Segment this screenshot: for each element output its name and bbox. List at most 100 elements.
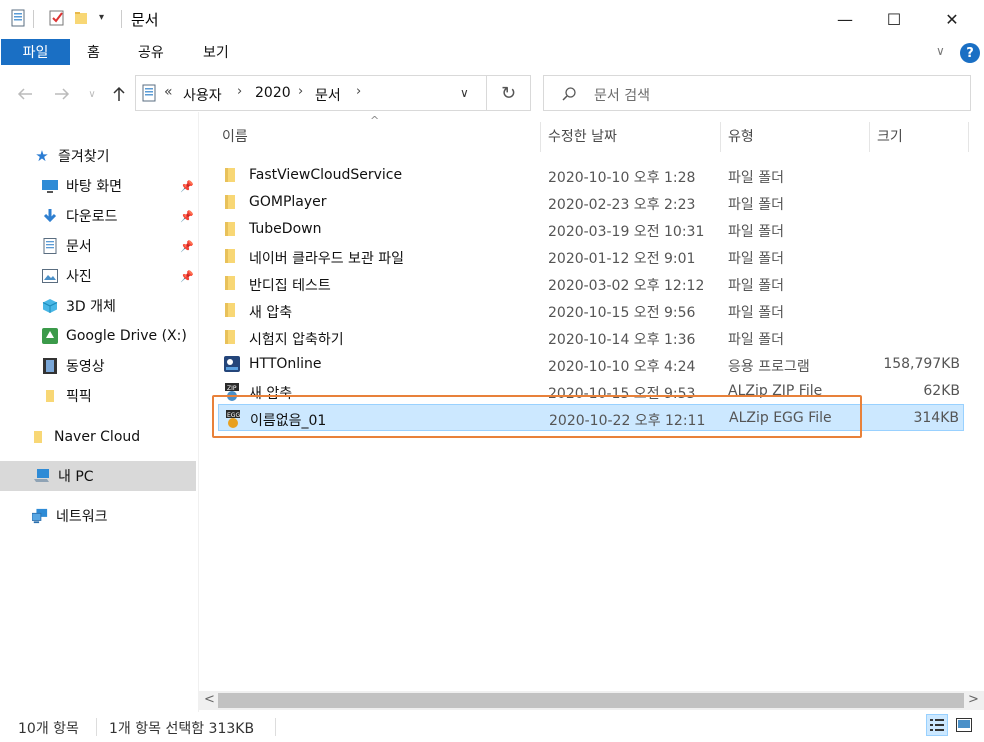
nav-item-3d-objects[interactable]: 3D 개체 — [0, 291, 196, 321]
file-row[interactable]: TubeDown 2020-03-19 오전 10:31 파일 폴더 — [218, 216, 964, 243]
file-name: 새 압축 — [249, 305, 293, 321]
address-dropdown-icon[interactable]: ∨ — [460, 86, 469, 100]
nav-item-documents[interactable]: 문서 📌 — [0, 231, 196, 261]
column-divider[interactable] — [869, 122, 870, 152]
file-name: 네이버 클라우드 보관 파일 — [249, 251, 405, 267]
column-divider[interactable] — [720, 122, 721, 152]
close-button[interactable]: ✕ — [929, 0, 975, 38]
column-header-type[interactable]: 유형 — [728, 120, 754, 152]
nav-label: 픽픽 — [66, 389, 92, 405]
nav-item-desktop[interactable]: 바탕 화면 📌 — [0, 171, 196, 201]
folder-icon — [224, 329, 240, 345]
file-type: 파일 폴더 — [728, 197, 784, 213]
file-date: 2020-10-10 오후 4:24 — [548, 359, 696, 375]
search-placeholder: 문서 검색 — [594, 88, 650, 104]
nav-label: Google Drive (X:) — [66, 328, 187, 344]
minimize-button[interactable]: — — [822, 0, 868, 38]
file-row[interactable]: 시험지 압축하기 2020-10-14 오후 1:36 파일 폴더 — [218, 324, 964, 351]
file-row[interactable]: 반디집 테스트 2020-03-02 오후 12:12 파일 폴더 — [218, 270, 964, 297]
refresh-button[interactable]: ↻ — [487, 75, 531, 111]
folder-icon — [224, 194, 240, 210]
nav-item-pickpick[interactable]: 픽픽 — [0, 381, 196, 411]
nav-item-pictures[interactable]: 사진 📌 — [0, 261, 196, 291]
qat-dropdown-icon[interactable]: ▾ — [99, 12, 104, 23]
file-name: 반디집 테스트 — [249, 278, 331, 294]
column-divider[interactable] — [540, 122, 541, 152]
computer-icon — [34, 468, 50, 484]
nav-item-downloads[interactable]: 다운로드 📌 — [0, 201, 196, 231]
breadcrumb-item-documents[interactable]: 문서 — [315, 85, 341, 105]
tab-share[interactable]: 공유 — [138, 39, 164, 65]
scroll-left-icon[interactable]: < — [204, 692, 215, 707]
breadcrumb-chevron-icon[interactable]: › — [237, 84, 242, 99]
column-header-size[interactable]: 크기 — [877, 120, 903, 152]
tab-home[interactable]: 홈 — [87, 39, 100, 65]
pictures-icon — [42, 268, 58, 284]
breadcrumb-overflow[interactable]: « — [164, 84, 173, 100]
column-divider[interactable] — [968, 122, 969, 152]
nav-label: 바탕 화면 — [66, 179, 122, 195]
details-view-button[interactable] — [926, 714, 948, 736]
back-button[interactable] — [14, 83, 36, 105]
item-count: 10개 항목 — [18, 721, 79, 737]
scroll-right-icon[interactable]: > — [968, 692, 979, 707]
breadcrumb-chevron-icon[interactable]: › — [298, 84, 303, 99]
file-date: 2020-01-12 오전 9:01 — [548, 251, 696, 267]
file-name: 시험지 압축하기 — [249, 332, 344, 348]
status-divider — [96, 718, 97, 736]
nav-label: 사진 — [66, 269, 92, 285]
file-row[interactable]: 새 압축 2020-10-15 오전 9:56 파일 폴더 — [218, 297, 964, 324]
file-name: TubeDown — [249, 221, 322, 237]
pin-icon[interactable]: 📌 — [180, 180, 194, 193]
pin-icon[interactable]: 📌 — [180, 270, 194, 283]
nav-label: 네트워크 — [56, 509, 108, 525]
desktop-icon — [42, 178, 58, 194]
nav-label: 동영상 — [66, 359, 105, 375]
nav-item-network[interactable]: 네트워크 — [0, 501, 196, 531]
nav-item-this-pc[interactable]: 내 PC — [0, 461, 196, 491]
breadcrumb-item-users[interactable]: 사용자 — [183, 85, 222, 105]
tab-file[interactable]: 파일 — [1, 39, 70, 65]
large-icons-view-button[interactable] — [953, 714, 975, 736]
file-type: 응용 프로그램 — [728, 359, 810, 375]
download-icon — [42, 208, 58, 224]
file-date: 2020-02-23 오후 2:23 — [548, 197, 696, 213]
folder-icon — [42, 388, 58, 404]
file-row[interactable]: HTTOnline 2020-10-10 오후 4:24 응용 프로그램 158,79… — [218, 351, 964, 378]
up-button[interactable] — [108, 83, 130, 105]
file-size: 158,797KB — [883, 356, 960, 372]
nav-item-naver-cloud[interactable]: Naver Cloud — [0, 422, 196, 452]
maximize-icon: ☐ — [886, 9, 902, 29]
file-type: 파일 폴더 — [728, 278, 784, 294]
arrow-left-icon — [17, 88, 32, 100]
details-view-icon — [930, 719, 944, 731]
properties-icon[interactable] — [48, 9, 66, 27]
scrollbar-thumb[interactable] — [218, 693, 964, 708]
file-name: HTTOnline — [249, 356, 322, 372]
file-row[interactable]: 네이버 클라우드 보관 파일 2020-01-12 오전 9:01 파일 폴더 — [218, 243, 964, 270]
help-icon[interactable]: ? — [960, 43, 980, 63]
new-folder-icon[interactable] — [74, 11, 88, 25]
tab-view[interactable]: 보기 — [203, 39, 229, 65]
pin-icon[interactable]: 📌 — [180, 210, 194, 223]
file-size: 314KB — [913, 410, 959, 426]
nav-quick-access[interactable]: ★ 즐겨찾기 — [0, 141, 196, 171]
file-date: 2020-03-19 오전 10:31 — [548, 224, 705, 240]
nav-item-videos[interactable]: 동영상 — [0, 351, 196, 381]
star-icon: ★ — [35, 147, 49, 165]
forward-button[interactable] — [51, 83, 73, 105]
column-header-name[interactable]: 이름 — [222, 120, 248, 152]
nav-item-google-drive[interactable]: Google Drive (X:) — [0, 321, 196, 351]
recent-locations-icon[interactable]: ∨ — [84, 83, 100, 105]
file-row[interactable]: GOMPlayer 2020-02-23 오후 2:23 파일 폴더 — [218, 189, 964, 216]
nav-pane-splitter[interactable] — [198, 112, 199, 712]
maximize-button[interactable]: ☐ — [871, 0, 917, 38]
minimize-icon: — — [837, 9, 853, 29]
breadcrumb-chevron-icon[interactable]: › — [356, 84, 361, 99]
column-header-date[interactable]: 수정한 날짜 — [548, 120, 617, 152]
ribbon-expand-icon[interactable]: ∨ — [936, 44, 945, 58]
pin-icon[interactable]: 📌 — [180, 240, 194, 253]
google-drive-icon — [42, 328, 58, 344]
file-row[interactable]: FastViewCloudService 2020-10-10 오후 1:28 파일… — [218, 162, 964, 189]
breadcrumb-item-2020[interactable]: 2020 — [255, 85, 291, 101]
